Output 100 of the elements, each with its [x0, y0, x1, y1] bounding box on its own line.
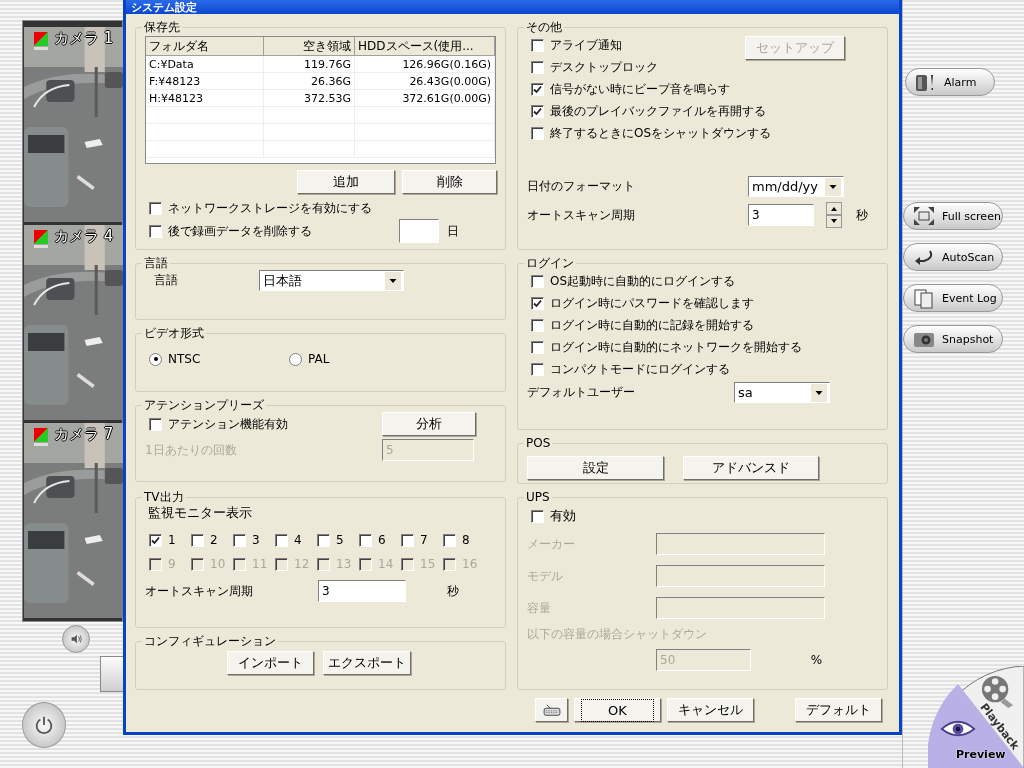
panel-button[interactable]: [100, 656, 123, 692]
button[interactable]: エクスポート: [323, 651, 411, 675]
checkbox-label: アテンション機能有効: [168, 415, 288, 433]
group-title: コンフィギュレーション: [143, 634, 277, 648]
checkbox[interactable]: [275, 533, 288, 547]
table-cell: 372.61G(0.00G): [355, 90, 495, 107]
checkbox-label: 信号がない時にビープ音を鳴らす: [550, 80, 730, 98]
table-cell: H:¥48123: [146, 90, 264, 107]
power-icon: [33, 714, 55, 736]
button[interactable]: キャンセル: [667, 698, 754, 722]
checkbox-label: 8: [462, 533, 470, 547]
side-button[interactable]: Full screen: [903, 202, 1003, 230]
radio-button[interactable]: [149, 352, 162, 366]
table-cell: 372.53G: [264, 90, 355, 107]
checkbox-label: 9: [168, 557, 176, 571]
checkbox[interactable]: [531, 296, 544, 310]
checkbox[interactable]: [531, 82, 544, 96]
text-field[interactable]: [656, 533, 825, 555]
camera-label: カメラ 1: [54, 29, 114, 48]
group-title: その他: [525, 20, 563, 34]
checkbox[interactable]: [149, 224, 162, 238]
table-cell: 26.43G(0.00G): [355, 73, 495, 90]
radio-label: NTSC: [168, 352, 201, 366]
column-header[interactable]: フォルダ名: [146, 37, 264, 56]
power-button[interactable]: [22, 702, 66, 748]
table-cell: 126.96G(0.16G): [355, 56, 495, 73]
checkbox[interactable]: [531, 126, 544, 140]
group-title: アテンションプリーズ: [143, 398, 265, 412]
dropdown[interactable]: 日本語: [259, 270, 404, 291]
button[interactable]: 設定: [527, 456, 664, 480]
table-cell: 26.36G: [264, 73, 355, 90]
button[interactable]: インポート: [227, 651, 314, 675]
field-label: 日付のフォーマット: [527, 178, 636, 195]
checkbox[interactable]: [317, 533, 330, 547]
checkbox[interactable]: [233, 533, 246, 547]
table-cell: 119.76G: [264, 56, 355, 73]
button[interactable]: 追加: [297, 170, 395, 194]
field-label: デフォルトユーザー: [527, 384, 636, 401]
checkbox-label: 3: [252, 533, 260, 547]
button[interactable]: アドバンスド: [683, 456, 819, 480]
keyboard-icon: [542, 703, 561, 717]
checkbox-label: OS起動時に自動的にログインする: [550, 272, 736, 290]
scan-interval-field[interactable]: 3: [318, 580, 406, 602]
checkbox[interactable]: [401, 533, 414, 547]
camera-status-icon: [32, 426, 50, 448]
checkbox[interactable]: [443, 533, 456, 547]
checkbox-label: 4: [294, 533, 302, 547]
unit-label: 日: [447, 222, 460, 240]
speaker-button[interactable]: [62, 625, 90, 653]
button[interactable]: OK: [574, 698, 661, 722]
radio-label: PAL: [308, 352, 330, 366]
checkbox[interactable]: [531, 274, 544, 288]
dropdown[interactable]: sa: [734, 382, 830, 403]
checkbox[interactable]: [531, 38, 544, 52]
camera-status-icon: [32, 228, 50, 250]
checkbox-label: 16: [462, 557, 478, 571]
radio-button[interactable]: [289, 352, 302, 366]
checkbox[interactable]: [359, 533, 372, 547]
checkbox[interactable]: [531, 318, 544, 332]
group-title: 保存先: [143, 20, 181, 34]
scan-interval-field[interactable]: 3: [748, 204, 814, 226]
button[interactable]: デフォルト: [795, 698, 882, 722]
side-button[interactable]: Snapshot: [903, 325, 1003, 353]
keyboard-button[interactable]: [535, 698, 568, 722]
dropdown[interactable]: mm/dd/yy: [748, 176, 844, 197]
text-field[interactable]: [656, 597, 825, 619]
checkbox-label: ネットワークストレージを有効にする: [168, 199, 372, 217]
checkbox[interactable]: [531, 60, 544, 74]
side-button[interactable]: Event Log: [903, 284, 1003, 312]
checkbox[interactable]: [149, 533, 162, 547]
group-title: ビデオ形式: [143, 326, 205, 340]
side-button[interactable]: AutoScan: [903, 243, 1003, 271]
checkbox-label: デスクトップロック: [550, 58, 658, 76]
checkbox-label: ログイン時にパスワードを確認します: [550, 294, 754, 312]
caret-icon: [825, 177, 841, 196]
checkbox[interactable]: [531, 104, 544, 118]
button[interactable]: 削除: [402, 170, 497, 194]
checkbox[interactable]: [191, 533, 204, 547]
unit-label: %: [810, 653, 824, 667]
checkbox-label: コンパクトモードにログインする: [550, 360, 730, 378]
column-header[interactable]: 空き領域: [264, 37, 355, 56]
group-title: UPS: [525, 490, 551, 504]
days-field[interactable]: [399, 219, 439, 243]
caret-icon: [811, 383, 827, 402]
group-title: POS: [525, 436, 552, 450]
unit-label: 秒: [856, 206, 869, 224]
checkbox[interactable]: [149, 201, 162, 215]
checkbox-label: 11: [252, 557, 268, 571]
mode-tab[interactable]: Preview: [956, 748, 1006, 761]
checkbox[interactable]: [531, 362, 544, 376]
checkbox-label: 有効: [550, 507, 576, 525]
side-button[interactable]: Alarm: [905, 68, 995, 96]
checkbox[interactable]: [531, 340, 544, 354]
checkbox-label: 7: [420, 533, 428, 547]
text-field[interactable]: [656, 565, 825, 587]
table-cell: C:¥Data: [146, 56, 264, 73]
spinner-arrows-icon[interactable]: [826, 202, 842, 228]
column-header[interactable]: HDDスペース(使用...: [355, 37, 495, 56]
checkbox-label: 10: [210, 557, 226, 571]
checkbox-label: 終了するときにOSをシャットダウンする: [550, 124, 772, 142]
